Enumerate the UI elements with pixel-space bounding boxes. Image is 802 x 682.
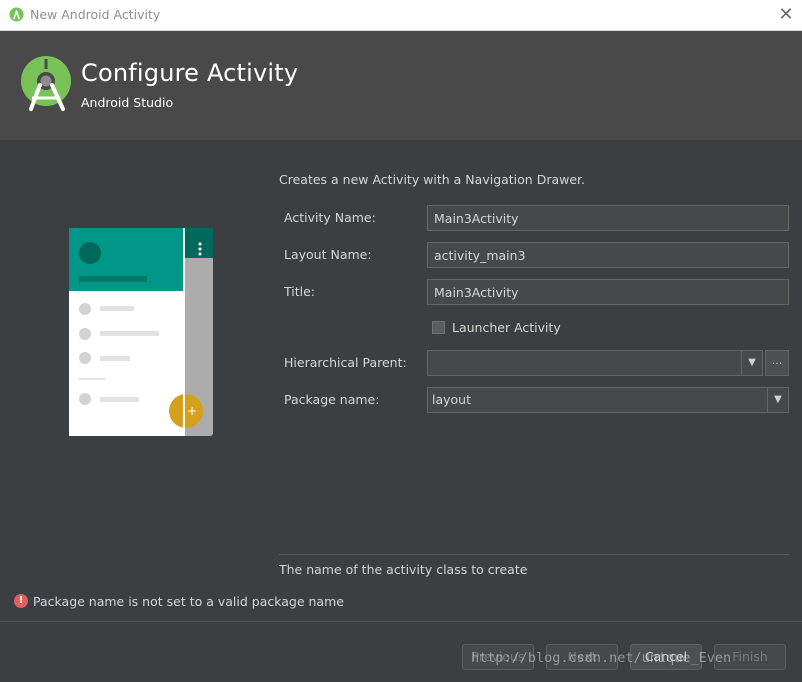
field-hint: The name of the activity class to create bbox=[279, 562, 528, 577]
page-subtitle: Android Studio bbox=[81, 95, 174, 110]
dropdown-arrow-icon[interactable]: ▼ bbox=[767, 388, 788, 412]
package-name-value: layout bbox=[432, 392, 472, 407]
error-icon: ! bbox=[14, 594, 28, 608]
launcher-activity-label: Launcher Activity bbox=[452, 320, 561, 335]
main-content: + Creates a new Activity with a Navigati… bbox=[0, 140, 802, 621]
title-field[interactable] bbox=[427, 279, 789, 305]
title-label: Title: bbox=[284, 284, 315, 299]
package-name-label: Package name: bbox=[284, 392, 380, 407]
close-icon: ✕ bbox=[778, 3, 794, 25]
error-message: Package name is not set to a valid packa… bbox=[33, 594, 344, 609]
activity-name-field[interactable] bbox=[427, 205, 789, 231]
activity-name-label: Activity Name: bbox=[284, 210, 376, 225]
title-bar: New Android Activity ✕ bbox=[0, 0, 802, 31]
header-banner: Configure Activity Android Studio bbox=[0, 31, 802, 140]
watermark: http://blog.csdn.net/unique_Even bbox=[471, 650, 732, 666]
android-studio-logo bbox=[21, 56, 71, 111]
android-studio-icon bbox=[9, 7, 24, 22]
dropdown-arrow-icon[interactable]: ▼ bbox=[741, 351, 762, 375]
activity-description: Creates a new Activity with a Navigation… bbox=[279, 172, 586, 187]
package-name-combo[interactable]: layout ▼ bbox=[427, 387, 789, 413]
window-title: New Android Activity bbox=[30, 7, 161, 22]
hierarchical-parent-label: Hierarchical Parent: bbox=[284, 355, 407, 370]
layout-name-label: Layout Name: bbox=[284, 247, 372, 262]
navigation-drawer-preview: + bbox=[69, 228, 213, 436]
hint-divider bbox=[279, 554, 789, 555]
page-title: Configure Activity bbox=[81, 59, 299, 87]
layout-name-field[interactable] bbox=[427, 242, 789, 268]
svg-text:+: + bbox=[187, 404, 197, 418]
browse-parent-button[interactable]: ... bbox=[765, 350, 789, 376]
hierarchical-parent-combo[interactable]: ▼ bbox=[427, 350, 763, 376]
close-button[interactable]: ✕ bbox=[775, 3, 797, 25]
launcher-activity-checkbox[interactable] bbox=[432, 321, 445, 334]
